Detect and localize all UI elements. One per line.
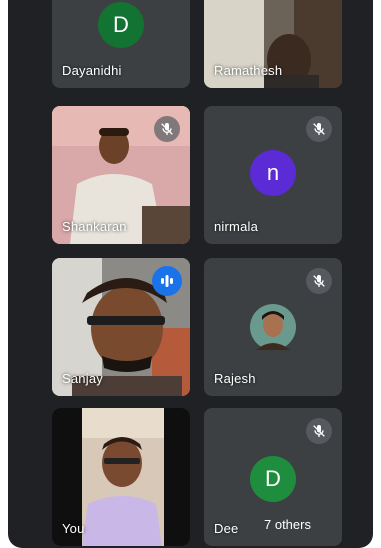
participant-tile-you[interactable]: You <box>52 408 190 546</box>
meeting-grid: D Dayanidhi Ramathesh Shankaran n nirmal… <box>8 0 373 548</box>
avatar <box>250 304 296 350</box>
participant-name: Rajesh <box>214 371 256 386</box>
participant-tile-dee[interactable]: D Dee 7 others <box>204 408 342 546</box>
others-count-chip[interactable]: 7 others <box>256 513 319 536</box>
participant-name: Dayanidhi <box>62 63 122 78</box>
participant-name: You <box>62 521 85 536</box>
mic-off-icon <box>306 116 332 142</box>
mic-off-icon <box>306 268 332 294</box>
participant-tile-sanjay[interactable]: Sanjay <box>52 258 190 396</box>
participant-tile-rajesh[interactable]: Rajesh <box>204 258 342 396</box>
avatar: D <box>98 2 144 48</box>
participant-tile-dayanidhi[interactable]: D Dayanidhi <box>52 0 190 88</box>
participant-name: nirmala <box>214 219 259 234</box>
avatar: D <box>250 456 296 502</box>
participant-name: Dee <box>214 521 239 536</box>
participant-tile-ramathesh[interactable]: Ramathesh <box>204 0 342 88</box>
mic-off-icon <box>154 116 180 142</box>
participant-tile-nirmala[interactable]: n nirmala <box>204 106 342 244</box>
avatar: n <box>250 150 296 196</box>
participant-name: Ramathesh <box>214 63 283 78</box>
mic-off-icon <box>306 418 332 444</box>
participant-tile-shankaran[interactable]: Shankaran <box>52 106 190 244</box>
participant-name: Sanjay <box>62 371 103 386</box>
audio-level-icon <box>152 266 182 296</box>
participant-name: Shankaran <box>62 219 127 234</box>
